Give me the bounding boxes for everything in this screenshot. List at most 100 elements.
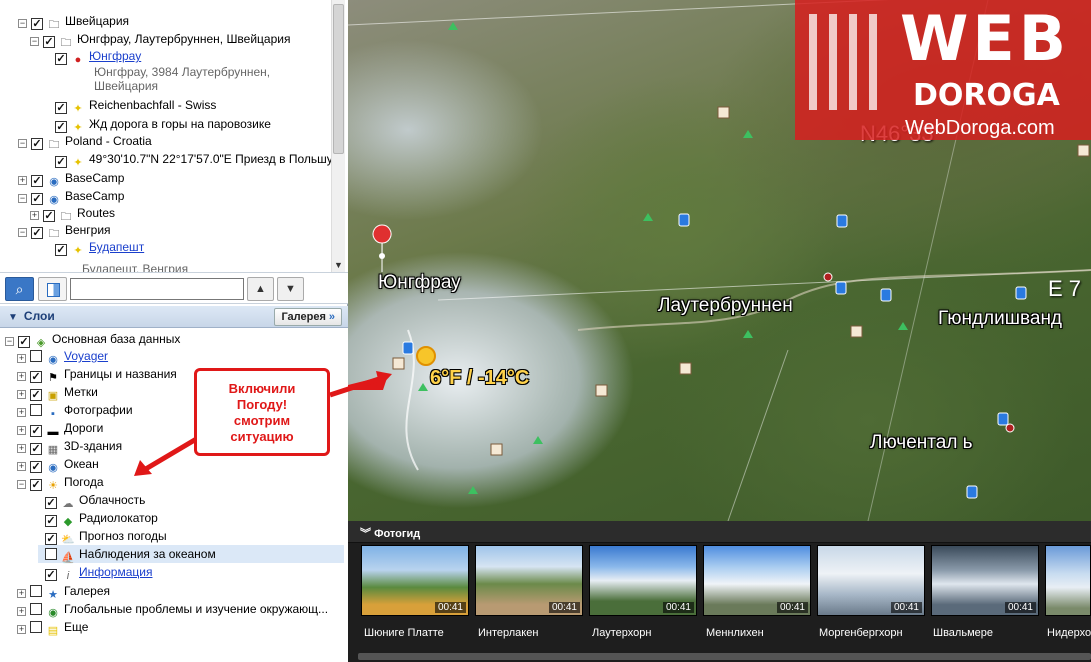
- checkbox[interactable]: ✓: [31, 138, 43, 150]
- jungfrau-pin-icon[interactable]: [372, 224, 392, 273]
- map-label-jungfrau[interactable]: Юнгфрау: [378, 272, 461, 294]
- places-scrollbar[interactable]: ▼: [331, 0, 345, 272]
- photo-thumbnail[interactable]: 00:41: [589, 545, 697, 616]
- layers-header[interactable]: ▼ Слои Галерея»: [0, 306, 348, 328]
- photo-caption[interactable]: Меннлихен: [706, 627, 816, 639]
- expand-icon[interactable]: +: [17, 408, 26, 417]
- layer-primary-db[interactable]: − ✓ ◈ Основная база данных: [5, 330, 180, 349]
- scrollbar-thumb[interactable]: [333, 4, 344, 154]
- map-label-luchental[interactable]: Лючентал ь: [870, 432, 973, 454]
- tree-item-switzerland[interactable]: − ✓ 🗀 Швейцария: [18, 12, 129, 31]
- gallery-button[interactable]: Галерея»: [274, 308, 342, 326]
- collapse-icon[interactable]: −: [18, 139, 27, 148]
- checkbox[interactable]: ✓: [31, 175, 43, 187]
- move-up-button[interactable]: ▲: [247, 277, 274, 301]
- photo-caption[interactable]: Нидерхо: [1047, 627, 1091, 639]
- tree-item-hungary[interactable]: − ✓ 🗀 Венгрия: [18, 221, 111, 240]
- checkbox[interactable]: ✓: [31, 18, 43, 30]
- photo-thumbnail[interactable]: 00:41: [475, 545, 583, 616]
- checkbox[interactable]: ✓: [30, 479, 42, 491]
- photo-guide-header[interactable]: ︾ Фотогид: [348, 521, 1091, 543]
- collapse-icon[interactable]: −: [5, 337, 14, 346]
- photo-caption[interactable]: Швальмере: [933, 627, 1043, 639]
- photo-thumbnail[interactable]: 00:41: [703, 545, 811, 616]
- collapse-icon[interactable]: −: [17, 480, 26, 489]
- checkbox[interactable]: [30, 404, 42, 416]
- photo-caption[interactable]: Шюниге Платте: [364, 627, 474, 639]
- layer-weather[interactable]: − ✓ ☀ Погода: [17, 473, 104, 492]
- photo-caption[interactable]: Интерлакен: [478, 627, 588, 639]
- checkbox[interactable]: [30, 585, 42, 597]
- temperature-label[interactable]: 6°F / -14°C: [430, 367, 529, 390]
- collapse-icon[interactable]: −: [18, 194, 27, 203]
- photo-caption[interactable]: Моргенбергхорн: [819, 627, 929, 639]
- checkbox[interactable]: ✓: [45, 515, 57, 527]
- expand-icon[interactable]: +: [17, 462, 26, 471]
- expand-icon[interactable]: +: [17, 390, 26, 399]
- double-chevron-icon[interactable]: ︾: [360, 528, 374, 540]
- photo-guide-scrollbar[interactable]: [358, 653, 1091, 660]
- photo-thumbnail[interactable]: 00:41: [931, 545, 1039, 616]
- checkbox[interactable]: ✓: [55, 244, 67, 256]
- layer-forecast[interactable]: ✓ ⛅ Прогноз погоды: [45, 527, 167, 546]
- expand-icon[interactable]: +: [30, 211, 39, 220]
- checkbox[interactable]: ✓: [30, 371, 42, 383]
- move-down-button[interactable]: ▼: [277, 277, 304, 301]
- photo-thumbnail[interactable]: 00:41: [361, 545, 469, 616]
- layer-labels[interactable]: + ✓ ▣ Метки: [17, 383, 98, 402]
- checkbox[interactable]: ✓: [30, 461, 42, 473]
- layer-ocean[interactable]: + ✓ ◉ Океан: [17, 455, 99, 474]
- checkbox[interactable]: ✓: [55, 102, 67, 114]
- expand-icon[interactable]: +: [18, 176, 27, 185]
- layer-more[interactable]: + ▤ Еще: [17, 618, 88, 637]
- photo-caption[interactable]: Лаутерхорн: [592, 627, 702, 639]
- layer-photos[interactable]: + ▪ Фотографии: [17, 401, 133, 420]
- tree-item-budapest[interactable]: ✓ ✦ Будапешт: [42, 238, 144, 257]
- checkbox[interactable]: ✓: [45, 533, 57, 545]
- map-label-gundlischwand[interactable]: Гюндлишванд: [938, 308, 1062, 330]
- tree-item-poland-croatia[interactable]: − ✓ 🗀 Poland - Croatia: [18, 132, 152, 151]
- expand-icon[interactable]: +: [17, 426, 26, 435]
- layer-roads[interactable]: + ✓ ▬ Дороги: [17, 419, 103, 438]
- checkbox[interactable]: ✓: [30, 443, 42, 455]
- collapse-icon[interactable]: −: [18, 228, 27, 237]
- layer-gallery[interactable]: + ★ Галерея: [17, 582, 110, 601]
- map-view[interactable]: Юнгфрау Лаутербруннен Гюндлишванд Лючент…: [348, 0, 1091, 521]
- panel-toggle-button[interactable]: [38, 277, 67, 301]
- checkbox[interactable]: [45, 548, 57, 560]
- checkbox[interactable]: [30, 350, 42, 362]
- collapse-triangle-icon[interactable]: ▼: [8, 312, 18, 323]
- checkbox[interactable]: [30, 603, 42, 615]
- layer-ocean-observations[interactable]: ⛵ Наблюдения за океаном: [38, 545, 344, 564]
- expand-icon[interactable]: +: [17, 625, 26, 634]
- tree-item-jungfrau-folder[interactable]: − ✓ 🗀 Юнгфрау, Лаутербруннен, Швейцария: [30, 30, 290, 49]
- expand-icon[interactable]: +: [17, 372, 26, 381]
- layer-clouds[interactable]: ✓ ☁ Облачность: [45, 491, 145, 510]
- scroll-down-arrow-icon[interactable]: ▼: [334, 260, 343, 270]
- tree-item-jungfrau[interactable]: ✓ ● Юнгфрау: [42, 47, 141, 66]
- checkbox[interactable]: ✓: [55, 156, 67, 168]
- photo-thumbnail[interactable]: [1045, 545, 1091, 616]
- expand-icon[interactable]: +: [17, 607, 26, 616]
- photo-thumbnail[interactable]: 00:41: [817, 545, 925, 616]
- tree-item-basecamp-2[interactable]: − ✓ ◉ BaseCamp: [18, 187, 124, 206]
- collapse-icon[interactable]: −: [30, 37, 39, 46]
- layer-3d-buildings[interactable]: + ✓ ▦ 3D-здания: [17, 437, 122, 456]
- tree-item-railway[interactable]: ✓ ✦ Жд дорога в горы на паровозике: [42, 115, 271, 134]
- checkbox[interactable]: ✓: [55, 53, 67, 65]
- tree-item-reichenbachfall[interactable]: ✓ ✦ Reichenbachfall - Swiss: [42, 96, 216, 115]
- checkbox[interactable]: [30, 621, 42, 633]
- expand-icon[interactable]: +: [17, 444, 26, 453]
- layer-info[interactable]: ✓ i Информация: [45, 563, 152, 582]
- checkbox[interactable]: ✓: [30, 425, 42, 437]
- checkbox[interactable]: ✓: [45, 569, 57, 581]
- expand-icon[interactable]: +: [17, 354, 26, 363]
- tree-item-routes[interactable]: + ✓ 🗀 Routes: [30, 204, 115, 223]
- expand-icon[interactable]: +: [17, 589, 26, 598]
- layer-radar[interactable]: ✓ ◆ Радиолокатор: [45, 509, 158, 528]
- tree-item-poland-point[interactable]: ✓ ✦ 49°30'10.7"N 22°17'57.0"E Приезд в Пол…: [42, 150, 333, 169]
- layer-global-issues[interactable]: + ◉ Глобальные проблемы и изучение окружаю…: [17, 600, 328, 619]
- collapse-icon[interactable]: −: [18, 19, 27, 28]
- layer-voyager[interactable]: + ◉ Voyager: [17, 347, 108, 366]
- search-input[interactable]: [70, 278, 244, 300]
